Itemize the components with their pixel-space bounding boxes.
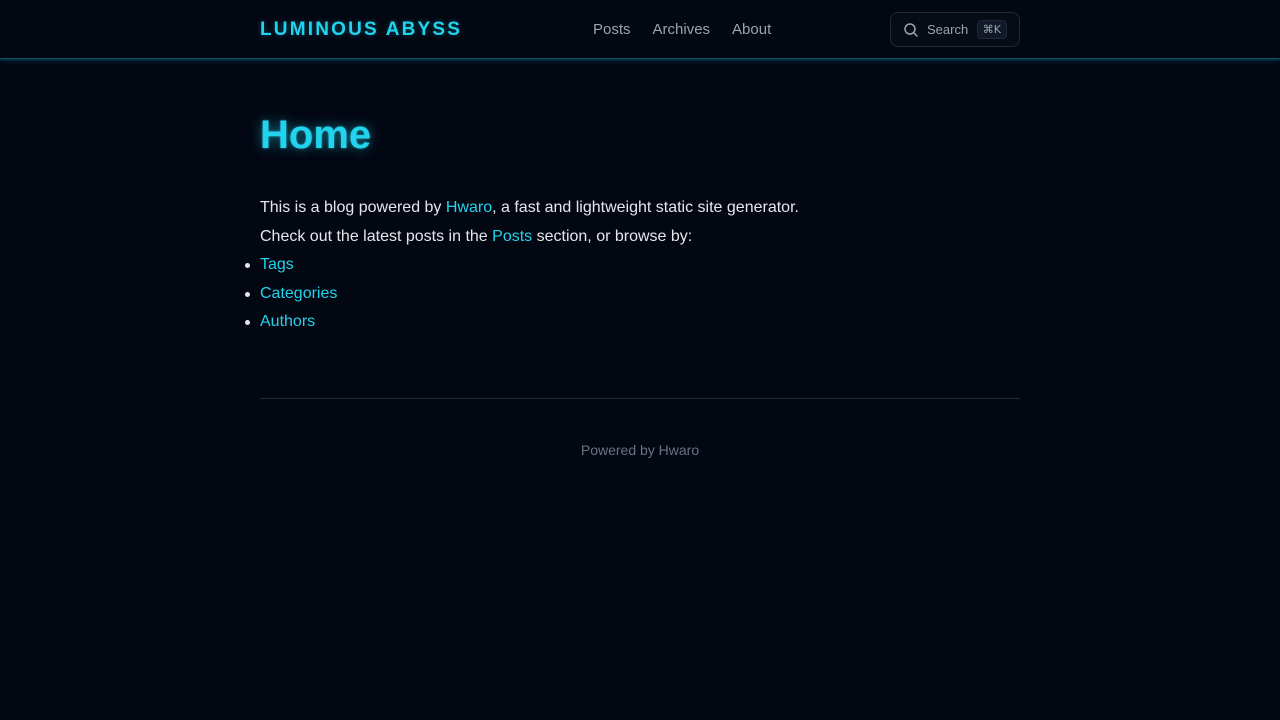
intro-section: This is a blog powered by Hwaro, a fast … — [245, 193, 1020, 337]
list-item: Categories — [245, 280, 1020, 309]
search-label: Search — [927, 22, 969, 37]
categories-link[interactable]: Categories — [260, 285, 337, 302]
browse-text-suffix: section, or browse by: — [532, 228, 693, 245]
main-nav: Posts Archives About — [593, 0, 771, 59]
nav-link-archives[interactable]: Archives — [653, 21, 711, 38]
page-title: Home — [260, 113, 372, 157]
browse-paragraph: Check out the latest posts in the Posts … — [260, 222, 1020, 251]
site-header: LUMINOUS ABYSS Posts Archives About Sear… — [0, 0, 1280, 62]
browse-text-prefix: Check out the latest posts in the — [260, 228, 493, 245]
footer-text: Powered by Hwaro — [580, 441, 700, 458]
authors-link[interactable]: Authors — [260, 313, 315, 330]
tags-link[interactable]: Tags — [260, 256, 294, 273]
search-shortcut-badge: ⌘K — [976, 20, 1007, 39]
search-icon — [903, 22, 919, 38]
header-inner: LUMINOUS ABYSS Posts Archives About Sear… — [260, 0, 1020, 59]
intro-text-suffix: , a fast and lightweight static site gen… — [492, 199, 799, 216]
intro-paragraph: This is a blog powered by Hwaro, a fast … — [260, 193, 1020, 222]
list-item: Tags — [245, 251, 1020, 280]
main-content: Home This is a blog powered by Hwaro, a … — [245, 59, 1020, 337]
nav-link-posts[interactable]: Posts — [593, 21, 631, 38]
hwaro-link[interactable]: Hwaro — [446, 199, 492, 216]
nav-link-about[interactable]: About — [732, 21, 771, 38]
list-item: Authors — [245, 308, 1020, 337]
intro-text-prefix: This is a blog powered by — [260, 199, 446, 216]
site-footer: Powered by Hwaro — [260, 397, 1020, 460]
search-button[interactable]: Search ⌘K — [890, 12, 1020, 47]
site-logo-link[interactable]: LUMINOUS ABYSS — [260, 19, 462, 41]
posts-section-link[interactable]: Posts — [492, 228, 532, 245]
browse-list: Tags Categories Authors — [245, 251, 1020, 337]
